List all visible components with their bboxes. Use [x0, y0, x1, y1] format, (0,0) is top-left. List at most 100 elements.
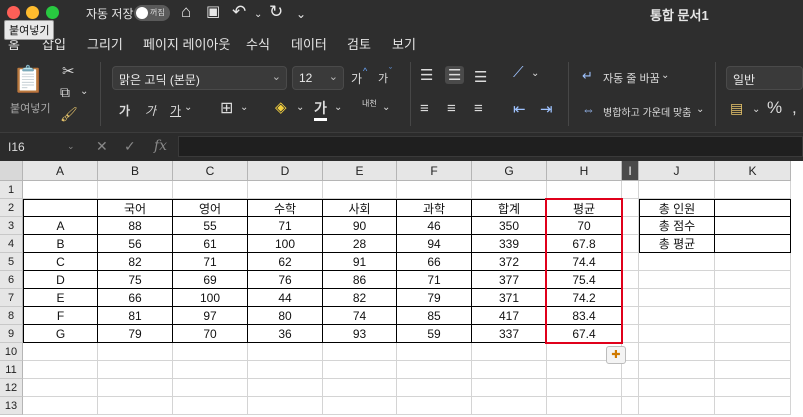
table-cell[interactable]: 71 — [173, 253, 248, 271]
row-header-6[interactable]: 6 — [0, 271, 23, 289]
table-header-cell[interactable]: 사회 — [323, 199, 397, 217]
summary-label-cell[interactable]: 총 인원 — [639, 199, 715, 217]
cell[interactable] — [715, 361, 791, 379]
percent-button[interactable]: % — [767, 98, 782, 118]
cell[interactable] — [248, 397, 323, 415]
cell[interactable] — [397, 181, 472, 199]
wrap-text-button[interactable]: 자동 줄 바꿈 — [603, 70, 660, 86]
summary-label-cell[interactable]: 총 점수 — [639, 217, 715, 235]
tab-page-layout[interactable]: 페이지 레이아웃 — [143, 34, 230, 53]
table-cell[interactable]: 70 — [173, 325, 248, 343]
cell[interactable] — [639, 271, 715, 289]
table-cell[interactable]: 81 — [98, 307, 173, 325]
table-cell[interactable]: 350 — [472, 217, 547, 235]
cell[interactable] — [715, 253, 791, 271]
cell[interactable] — [323, 343, 397, 361]
cell[interactable] — [715, 343, 791, 361]
currency-icon[interactable]: ▤ — [730, 100, 743, 117]
cell[interactable] — [248, 361, 323, 379]
table-cell[interactable]: 79 — [98, 325, 173, 343]
table-cell[interactable]: 36 — [248, 325, 323, 343]
cell[interactable] — [173, 343, 248, 361]
table-row-label[interactable]: E — [23, 289, 98, 307]
comma-style-icon[interactable]: , — [792, 98, 797, 118]
column-header-d[interactable]: D — [248, 161, 323, 181]
orientation-dropdown-chevron-icon[interactable]: ⌄ — [531, 68, 539, 79]
table-cell[interactable]: 46 — [397, 217, 472, 235]
align-middle-icon[interactable]: ☰ — [445, 66, 465, 84]
cell[interactable] — [622, 397, 639, 415]
table-row-label[interactable]: F — [23, 307, 98, 325]
cell[interactable] — [715, 271, 791, 289]
cell[interactable] — [397, 379, 472, 397]
align-right-icon[interactable]: ≡ — [474, 100, 483, 117]
cell[interactable] — [622, 199, 639, 217]
close-window-button[interactable] — [7, 6, 20, 19]
cell[interactable] — [622, 253, 639, 271]
cell[interactable] — [622, 307, 639, 325]
cell[interactable] — [622, 361, 639, 379]
cell[interactable] — [622, 289, 639, 307]
cell[interactable] — [472, 343, 547, 361]
cell[interactable] — [639, 361, 715, 379]
table-header-cell[interactable]: 국어 — [98, 199, 173, 217]
orientation-icon[interactable]: ⟋ — [513, 64, 524, 81]
phonetic-dropdown-chevron-icon[interactable]: ⌄ — [382, 102, 390, 113]
zoom-window-button[interactable] — [46, 6, 59, 19]
row-header-4[interactable]: 4 — [0, 235, 23, 253]
cell[interactable] — [397, 397, 472, 415]
table-cell[interactable]: 56 — [98, 235, 173, 253]
column-header-b[interactable]: B — [98, 161, 173, 181]
table-row-label[interactable]: G — [23, 325, 98, 343]
bold-button[interactable]: 가 — [119, 102, 130, 119]
column-header-g[interactable]: G — [472, 161, 547, 181]
table-cell[interactable]: 88 — [98, 217, 173, 235]
row-header-7[interactable]: 7 — [0, 289, 23, 307]
cell[interactable] — [547, 379, 622, 397]
wrap-dropdown-chevron-icon[interactable]: ⌄ — [661, 70, 669, 81]
fill-color-icon[interactable]: ◈ — [275, 98, 287, 116]
cell[interactable] — [98, 181, 173, 199]
decrease-indent-icon[interactable]: ⇤ — [513, 100, 526, 118]
table-cell[interactable]: 85 — [397, 307, 472, 325]
cell[interactable] — [715, 397, 791, 415]
cell[interactable] — [323, 181, 397, 199]
row-header-13[interactable]: 13 — [0, 397, 23, 415]
table-cell[interactable]: 337 — [472, 325, 547, 343]
column-header-j[interactable]: J — [639, 161, 715, 181]
table-cell[interactable]: 91 — [323, 253, 397, 271]
cell[interactable] — [173, 361, 248, 379]
minimize-window-button[interactable] — [26, 6, 39, 19]
table-cell[interactable]: 59 — [397, 325, 472, 343]
cut-icon[interactable]: ✂ — [62, 62, 75, 80]
cell[interactable] — [98, 361, 173, 379]
table-row-label[interactable]: D — [23, 271, 98, 289]
cell[interactable] — [397, 343, 472, 361]
table-cell[interactable]: 28 — [323, 235, 397, 253]
table-header-cell[interactable]: 영어 — [173, 199, 248, 217]
font-size-select[interactable]: 12 ⌄ — [292, 66, 344, 90]
cell[interactable] — [472, 379, 547, 397]
cell[interactable] — [715, 379, 791, 397]
font-color-button[interactable]: 가 — [314, 98, 327, 121]
number-format-select[interactable]: 일반 — [726, 66, 803, 90]
table-cell[interactable]: 61 — [173, 235, 248, 253]
table-cell[interactable]: 70 — [547, 217, 622, 235]
cell[interactable] — [472, 181, 547, 199]
cell[interactable] — [715, 325, 791, 343]
cell[interactable] — [622, 271, 639, 289]
copy-icon[interactable]: ⧉ — [60, 84, 70, 101]
cell[interactable] — [173, 379, 248, 397]
tab-data[interactable]: 데이터 — [291, 34, 327, 53]
cell[interactable] — [23, 181, 98, 199]
row-header-8[interactable]: 8 — [0, 307, 23, 325]
cell[interactable] — [323, 361, 397, 379]
table-cell[interactable]: 86 — [323, 271, 397, 289]
borders-icon[interactable]: ⊞ — [220, 98, 233, 118]
cell[interactable] — [248, 343, 323, 361]
tab-review[interactable]: 검토 — [347, 34, 371, 53]
save-icon[interactable]: ▣ — [206, 2, 220, 22]
table-cell[interactable]: 93 — [323, 325, 397, 343]
row-header-11[interactable]: 11 — [0, 361, 23, 379]
grow-font-button[interactable]: 가 — [351, 70, 362, 87]
